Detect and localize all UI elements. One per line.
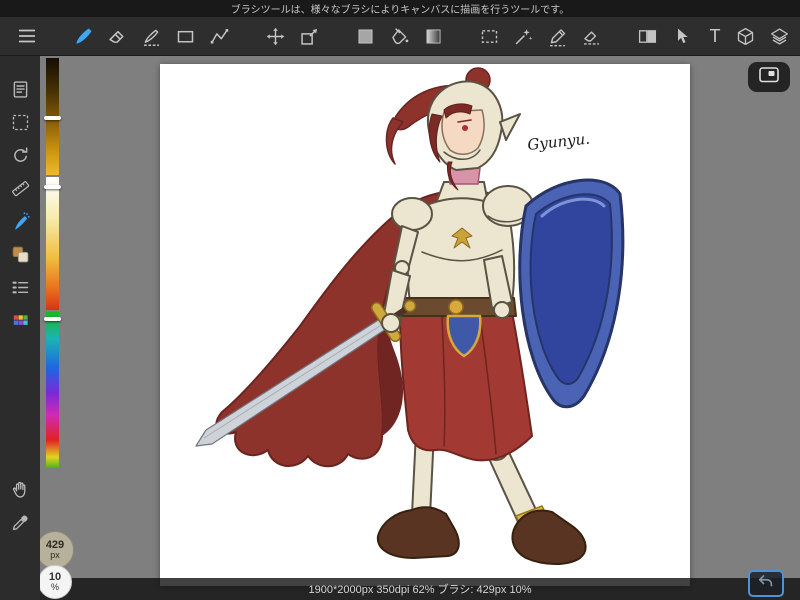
knight-illustration: Gyunyu. [195, 67, 625, 565]
eyedropper-icon[interactable] [7, 509, 33, 535]
brush-settings-badges: 429 px 10 % [36, 531, 74, 599]
erase-select-icon[interactable] [578, 23, 604, 49]
color-tone-slider[interactable] [44, 177, 61, 310]
gradient-icon[interactable] [420, 23, 446, 49]
hand-icon[interactable] [7, 476, 33, 502]
hue-slider-handle[interactable] [44, 317, 61, 321]
layers-icon[interactable] [766, 23, 792, 49]
color-value-slider[interactable] [44, 58, 61, 175]
paint-bucket-icon[interactable] [386, 23, 412, 49]
eraser-icon[interactable] [104, 23, 130, 49]
select-area-icon[interactable] [7, 109, 33, 135]
cursor-select-icon[interactable] [668, 23, 694, 49]
hue-slider[interactable] [44, 312, 61, 468]
undo-button[interactable] [748, 570, 784, 597]
color-swatches-icon[interactable] [7, 241, 33, 267]
move-icon[interactable] [262, 23, 288, 49]
color-slider-panel [44, 58, 61, 470]
text-tool-icon[interactable]: T [702, 23, 728, 49]
main-toolbar: T [0, 17, 800, 56]
brush-icon[interactable] [70, 23, 96, 49]
select-pen-icon[interactable] [138, 23, 164, 49]
airbrush-icon[interactable] [7, 208, 33, 234]
magic-wand-icon[interactable] [510, 23, 536, 49]
menu-icon[interactable] [14, 23, 40, 49]
canvas-info-text: 1900*2000px 350dpi 62% ブラシ: 429px 10% [308, 584, 532, 596]
draw-select-icon[interactable] [544, 23, 570, 49]
tooltip-bar: ブラシツールは、様々なブラシによりキャンバスに描画を行うツールです。 [0, 0, 800, 17]
reference-window-icon [757, 63, 781, 92]
status-bar: 1900*2000px 350dpi 62% ブラシ: 429px 10% [40, 578, 800, 600]
brush-size-badge[interactable]: 429 px [36, 531, 74, 569]
color-tone-slider-handle[interactable] [44, 185, 61, 189]
shape-rect-icon[interactable] [172, 23, 198, 49]
polyline-icon[interactable] [206, 23, 232, 49]
color-value-slider-handle[interactable] [44, 116, 61, 120]
brush-opacity-badge[interactable]: 10 % [38, 565, 72, 599]
workspace: 429 px 10 % Gyunyu. 1900*2000px 350dpi 6… [36, 56, 800, 600]
tooltip-text: ブラシツールは、様々なブラシによりキャンバスに描画を行うツールです。 [230, 5, 570, 16]
rotate-canvas-icon[interactable] [7, 142, 33, 168]
drawing-canvas[interactable]: Gyunyu. [160, 64, 690, 586]
material-cube-icon[interactable] [732, 23, 758, 49]
reference-window-button[interactable] [748, 62, 790, 92]
brush-list-icon[interactable] [7, 274, 33, 300]
left-tool-rail [0, 56, 40, 600]
document-icon[interactable] [7, 76, 33, 102]
fill-rect-icon[interactable] [352, 23, 378, 49]
pixel-palette-icon[interactable] [7, 307, 33, 333]
ruler-icon[interactable] [7, 175, 33, 201]
artist-signature: Gyunyu. [527, 130, 591, 154]
marquee-select-icon[interactable] [476, 23, 502, 49]
transform-icon[interactable] [296, 23, 322, 49]
split-view-icon[interactable] [634, 23, 660, 49]
undo-icon [756, 571, 776, 596]
rail-bottom-group [7, 476, 33, 600]
